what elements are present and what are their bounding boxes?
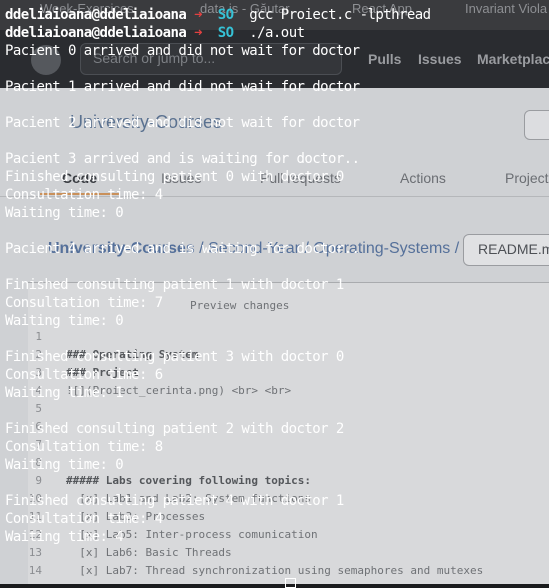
terminal-output-line: Finished consulting patient 3 with docto…	[5, 349, 344, 365]
terminal-output-line: Pacient 4 arrived and is waiting for doc…	[5, 241, 360, 257]
terminal-output-line: Consultation time: 4	[5, 511, 163, 527]
terminal-output-line: Consultation time: 8	[5, 439, 163, 455]
terminal-window[interactable]: ddeliaioana@ddeliaioana ➜ SO gcc Proiect…	[0, 0, 549, 588]
command-text: ./a.out	[249, 25, 305, 41]
terminal-output-line: Pacient 0 arrived and did not wait for d…	[5, 43, 360, 59]
prompt-user: ddeliaioana@ddeliaioana	[5, 25, 187, 41]
terminal-output-line: Waiting time: 4	[5, 529, 124, 545]
terminal-output-line: Waiting time: 1	[5, 385, 124, 401]
terminal-output-line: Waiting time: 0	[5, 205, 124, 221]
prompt-line: ddeliaioana@ddeliaioana ➜ SO ./a.out	[5, 24, 549, 42]
terminal-output-line: Pacient 1 arrived and did not wait for d…	[5, 79, 360, 95]
terminal-output-line: Consultation time: 4	[5, 187, 163, 203]
prompt-line: ddeliaioana@ddeliaioana ➜ SO gcc Proiect…	[5, 6, 549, 24]
prompt-arrow-icon: ➜	[194, 25, 202, 41]
terminal-output-line: Finished consulting patient 4 with docto…	[5, 493, 344, 509]
terminal-cursor	[285, 578, 296, 588]
prompt-directory: SO	[217, 25, 234, 41]
terminal-output-line: Pacient 3 arrived and is waiting for doc…	[5, 151, 360, 167]
terminal-output-line: Finished consulting patient 2 with docto…	[5, 421, 344, 437]
terminal-output-line: Consultation time: 6	[5, 367, 163, 383]
terminal-output-line: Consultation time: 7	[5, 295, 163, 311]
terminal-output-line: Waiting time: 0	[5, 457, 124, 473]
terminal-output-line: Waiting time: 0	[5, 313, 124, 329]
terminal-output-line: Finished consulting patient 0 with docto…	[5, 169, 344, 185]
command-text: gcc Proiect.c -lpthread	[249, 7, 431, 23]
prompt-directory: SO	[217, 7, 234, 23]
prompt-arrow-icon: ➜	[194, 7, 202, 23]
terminal-output-line: Finished consulting patient 1 with docto…	[5, 277, 344, 293]
prompt-user: ddeliaioana@ddeliaioana	[5, 7, 187, 23]
terminal-output-line: Pacient 2 arrived and did not wait for d…	[5, 115, 360, 131]
